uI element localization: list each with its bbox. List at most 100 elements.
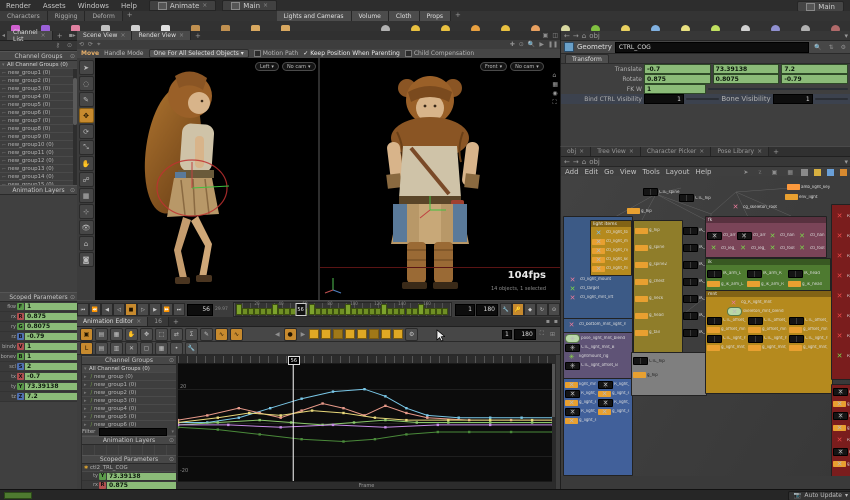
node[interactable]: ✕R_twist_end [833, 346, 850, 366]
key-preset-8[interactable] [393, 329, 404, 339]
gear-icon[interactable]: ⊙ [70, 187, 75, 194]
netbox-light-rig[interactable]: light items ✕ctl_light_top✕ctl_light_mid… [563, 216, 633, 320]
fkw-slider[interactable] [708, 88, 848, 90]
pane-add-tab-button[interactable]: + [169, 318, 183, 326]
key-preset-3[interactable] [333, 329, 344, 339]
key-preset-5[interactable] [357, 329, 368, 339]
node[interactable]: ✕R_light_strap_4 [565, 407, 598, 416]
bone-visibility-field[interactable]: 1 [772, 94, 813, 104]
menu-item[interactable]: Help [115, 2, 143, 10]
network-menu-item[interactable]: Add [565, 168, 579, 176]
gear-icon[interactable]: ⊙ [70, 53, 75, 60]
viewport-divider[interactable] [318, 58, 320, 300]
network-menu-item[interactable]: Go [604, 168, 614, 176]
gear-icon[interactable]: ⊙ [169, 357, 174, 364]
channel-row[interactable]: ty Y 73.39138 [0, 382, 77, 392]
key-options-icon[interactable]: ◆ [524, 303, 536, 316]
pane-menu-icon[interactable]: ▪▸ [67, 32, 78, 39]
cube-icon[interactable]: ▣ [770, 169, 780, 176]
loop-mode-icon[interactable]: ↻ [536, 303, 548, 316]
node[interactable]: g_light_mnt_B [747, 343, 789, 352]
node[interactable]: ✕g_light_strap_4 [565, 416, 598, 425]
timeline-playhead[interactable]: 56 [295, 303, 307, 316]
node[interactable]: ✕ skeleton_mnt_blend [727, 307, 831, 316]
pane-split-icon[interactable]: ▪ [544, 318, 552, 325]
shelf-add-tab-button[interactable]: + [123, 11, 137, 21]
node[interactable]: ✕R_twist_1 [833, 206, 850, 226]
node-path[interactable]: obj [589, 32, 600, 40]
channel-group-row[interactable]: ⌐ new_group10 (0) [0, 141, 77, 149]
translate-y-field[interactable]: 73.39138 [712, 64, 780, 74]
back-arrow-icon[interactable]: ← [564, 32, 570, 40]
channel-group-row[interactable]: ⌐ new_group9 (0) [0, 133, 77, 141]
pointer-icon[interactable]: ➤ [741, 169, 750, 176]
network-canvas[interactable]: CTL_spine CTL_hip g_hip amb_light_key en… [561, 176, 850, 476]
grid-toggle-icon[interactable]: ▦ [552, 81, 558, 88]
node[interactable]: ✕g_light_strap_3 [598, 407, 631, 416]
back-arrow-icon[interactable]: ← [564, 158, 570, 166]
key-settings-icon[interactable]: ⚙ [405, 327, 419, 341]
node[interactable]: g_tail [635, 324, 681, 341]
node[interactable]: ✕ctl_arm_R [736, 231, 767, 240]
graph-mode-icon[interactable]: ▣ [80, 327, 93, 341]
search-icon[interactable]: 🔍 [812, 44, 823, 51]
fkw-field[interactable]: 1 [644, 84, 706, 94]
node[interactable]: IK_arm_R [747, 269, 787, 278]
node[interactable]: ✳ CTL_light_offset_B [565, 361, 631, 370]
node[interactable]: ✕g_strap_A [833, 398, 850, 410]
all-channel-groups-row[interactable]: ▾ All Channel Groups (0) [82, 365, 176, 373]
step-forward-button[interactable]: ▷ [137, 303, 149, 316]
pane-add-tab-button[interactable]: + [53, 32, 67, 40]
handles-tool-icon[interactable]: ✋ [78, 156, 94, 171]
animation-editor-tab[interactable]: Animation Editor × [77, 317, 149, 326]
channel-group-row[interactable]: ▸ / new_group5 (0) [82, 413, 176, 421]
key-preset-2[interactable] [321, 329, 332, 339]
smooth-tangent-icon[interactable]: ▥ [110, 341, 123, 355]
channel-row[interactable]: ty Y 73.39138 [82, 472, 176, 481]
netbox-light-items[interactable]: light items ✕ctl_light_top✕ctl_light_mid… [590, 220, 632, 276]
rotate-y-field[interactable]: 0.8075 [712, 74, 780, 84]
play-button[interactable]: ▶ [149, 303, 161, 316]
pane-add-tab-button[interactable]: + [191, 32, 205, 40]
home-icon[interactable]: ⌂ [582, 32, 586, 40]
step-back-button[interactable]: ◁ [113, 303, 125, 316]
wrench-icon[interactable]: 🔧 [185, 341, 198, 355]
node[interactable]: ✕R_light_strap_2 [565, 389, 598, 398]
channel-row[interactable]: fkw F 1 [0, 302, 77, 312]
node[interactable]: ✕R_strap_A [833, 386, 850, 398]
close-icon[interactable]: × [41, 32, 46, 39]
netbox-hip[interactable]: CTL_hip g_hip [631, 352, 707, 396]
motion-path-checkbox[interactable]: Motion Path [253, 50, 298, 57]
shelf-tab[interactable]: Characters [0, 11, 48, 21]
go-end-button[interactable]: ⏭ [173, 303, 185, 316]
percent-icon[interactable]: ٪ [756, 169, 763, 176]
key-preset-4[interactable] [345, 329, 356, 339]
bone-visibility-slider[interactable] [814, 98, 849, 100]
node[interactable]: CTL_offset_mnt_C [788, 316, 830, 325]
node[interactable]: g_spine [635, 239, 681, 256]
desktop-tab[interactable]: Animate × [148, 0, 217, 11]
pan-icon[interactable]: ✋ [125, 327, 138, 341]
graph-ruler[interactable]: 56 [178, 356, 555, 365]
lock-range-icon[interactable]: ⊞ [548, 331, 557, 338]
render-region-icon[interactable]: ◙ [78, 252, 94, 267]
channel-group-row[interactable]: ⌐ new_group5 (0) [0, 101, 77, 109]
channel-group-row[interactable]: ▸ / new_group4 (0) [82, 405, 176, 413]
node[interactable]: ✕R_twist_2 [833, 226, 850, 246]
network-menu-item[interactable]: Tools [642, 168, 659, 176]
node[interactable]: g_light_mnt_C [788, 343, 830, 352]
channel-row[interactable]: tz Z 7.2 [0, 392, 77, 402]
channel-row[interactable]: rz B -0.79 [0, 332, 77, 342]
scale-tool-icon[interactable]: ⤡ [78, 140, 94, 155]
scale-keys-icon[interactable]: ⇄ [170, 327, 183, 341]
channel-row[interactable]: bindv V 1 [0, 342, 77, 352]
node[interactable]: g_hip [635, 222, 681, 239]
key-preset-1[interactable] [309, 329, 320, 339]
color-swatch-blue[interactable] [827, 168, 834, 176]
close-icon[interactable]: × [699, 148, 704, 155]
scoped-group-row[interactable]: ✱ ctl2_TRL_COG [82, 464, 176, 472]
forward-arrow-icon[interactable]: → [573, 158, 579, 166]
lasso-tool-icon[interactable]: ◌ [78, 76, 94, 91]
rotate-x-field[interactable]: 0.875 [644, 74, 711, 84]
forward-arrow-icon[interactable]: → [573, 32, 579, 40]
